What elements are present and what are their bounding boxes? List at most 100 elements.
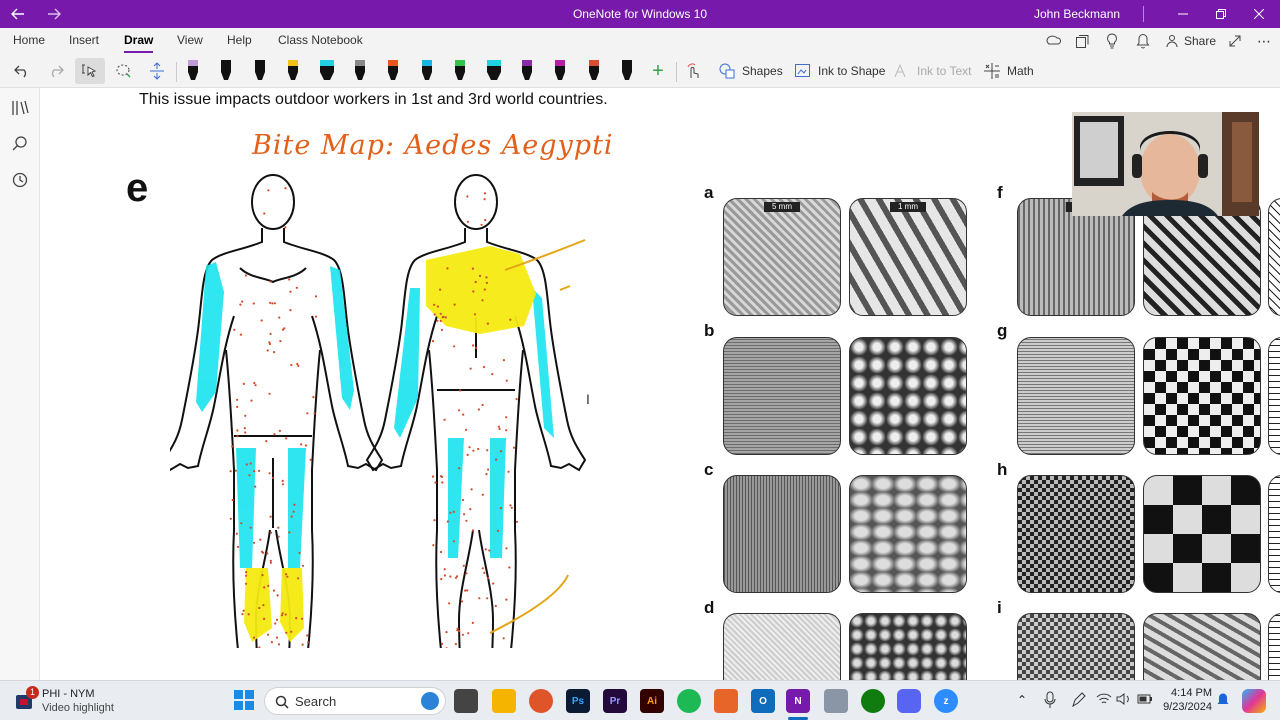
add-space-icon[interactable] bbox=[146, 58, 168, 84]
pen-icon[interactable] bbox=[449, 58, 471, 84]
tab-class-notebook[interactable]: Class Notebook bbox=[278, 33, 363, 47]
add-pen-icon[interactable]: + bbox=[648, 58, 668, 84]
sublime-icon[interactable] bbox=[714, 689, 738, 713]
bite-dot bbox=[434, 481, 437, 484]
forward-arrow-icon[interactable] bbox=[44, 0, 64, 28]
bite-dot bbox=[461, 498, 465, 502]
spotify-icon[interactable] bbox=[677, 689, 701, 713]
pen-icon[interactable] bbox=[549, 58, 571, 84]
close-icon[interactable] bbox=[1240, 0, 1278, 28]
tab-draw[interactable]: Draw bbox=[124, 33, 154, 53]
pen-menu-icon[interactable] bbox=[1070, 691, 1086, 712]
pen-icon[interactable] bbox=[215, 58, 237, 84]
tab-view[interactable]: View bbox=[177, 33, 203, 47]
onenote-icon[interactable]: N bbox=[786, 689, 810, 713]
bite-dot bbox=[458, 629, 461, 633]
bite-dot bbox=[487, 577, 490, 580]
note-text[interactable]: This issue impacts outdoor workers in 1s… bbox=[139, 91, 608, 109]
bite-dot bbox=[486, 322, 489, 325]
search-icon bbox=[275, 695, 289, 709]
bite-dot bbox=[439, 312, 442, 315]
highlighter-icon[interactable] bbox=[483, 58, 505, 84]
pen-icon[interactable] bbox=[382, 58, 404, 84]
recent-notes-icon[interactable] bbox=[10, 170, 30, 190]
lasso-icon[interactable] bbox=[113, 58, 135, 84]
clock-time[interactable]: 4:14 PM bbox=[1162, 687, 1212, 699]
task-view-icon[interactable] bbox=[454, 689, 478, 713]
premiere-icon[interactable]: Pr bbox=[603, 689, 627, 713]
note-canvas[interactable]: This issue impacts outdoor workers in 1s… bbox=[40, 88, 1280, 680]
pen-icon[interactable] bbox=[583, 58, 605, 84]
bite-dot bbox=[247, 613, 250, 616]
chevron-up-icon[interactable]: ⌃ bbox=[1017, 693, 1027, 707]
wifi-icon[interactable] bbox=[1096, 692, 1112, 709]
bite-dot bbox=[295, 617, 298, 620]
bite-dot bbox=[445, 631, 448, 634]
pen-icon[interactable] bbox=[416, 58, 438, 84]
touch-draw-icon[interactable] bbox=[683, 58, 703, 84]
highlighter-icon[interactable] bbox=[316, 58, 338, 84]
lasso-select-icon[interactable] bbox=[75, 58, 105, 84]
expand-icon[interactable] bbox=[1228, 28, 1242, 54]
redo-icon[interactable] bbox=[46, 58, 66, 84]
photoshop-icon[interactable]: Ps bbox=[566, 689, 590, 713]
bite-dot bbox=[508, 566, 511, 569]
panel-i-label: i bbox=[997, 598, 1002, 617]
lightbulb-icon[interactable] bbox=[1106, 28, 1118, 54]
xbox-icon[interactable] bbox=[861, 689, 885, 713]
share-button[interactable]: Share bbox=[1165, 28, 1216, 54]
microphone-icon[interactable] bbox=[1044, 691, 1056, 712]
widget-subtitle[interactable]: Video highlight bbox=[42, 702, 114, 714]
restore-icon[interactable] bbox=[1202, 0, 1240, 28]
pen-icon[interactable] bbox=[349, 58, 371, 84]
bite-map-diagram[interactable] bbox=[170, 168, 590, 648]
fabric-tile-c2 bbox=[849, 475, 967, 593]
volume-icon[interactable] bbox=[1116, 692, 1132, 709]
tab-help[interactable]: Help bbox=[227, 33, 252, 47]
pen-icon[interactable] bbox=[182, 58, 204, 84]
widget-title[interactable]: PHI - NYM bbox=[42, 688, 95, 700]
pen-icon[interactable] bbox=[516, 58, 538, 84]
bite-dot bbox=[482, 366, 486, 369]
user-name[interactable]: John Beckmann bbox=[1034, 7, 1120, 21]
pen-icon[interactable] bbox=[249, 58, 271, 84]
bite-dot bbox=[512, 446, 516, 449]
ink-to-shape-button[interactable]: Ink to Shape bbox=[794, 58, 885, 84]
bite-dot bbox=[471, 344, 475, 347]
outlook-icon[interactable]: O bbox=[751, 689, 775, 713]
bite-dot bbox=[494, 604, 497, 608]
more-options-icon[interactable]: ⋯ bbox=[1257, 28, 1271, 54]
illustrator-icon[interactable]: Ai bbox=[640, 689, 664, 713]
bell-icon[interactable] bbox=[1136, 28, 1150, 54]
fabric-tile-g1 bbox=[1017, 337, 1135, 455]
bite-dot bbox=[456, 629, 459, 632]
pen-icon[interactable] bbox=[282, 58, 304, 84]
back-arrow-icon[interactable] bbox=[8, 0, 28, 28]
ink-to-text-button[interactable]: Ink to Text bbox=[893, 58, 971, 84]
sync-icon[interactable] bbox=[1045, 28, 1061, 54]
undo-icon[interactable] bbox=[12, 58, 32, 84]
firefox-icon[interactable] bbox=[529, 689, 553, 713]
notification-bell-icon[interactable] bbox=[1216, 692, 1230, 711]
copilot-icon[interactable] bbox=[1242, 689, 1266, 713]
minimize-icon[interactable] bbox=[1164, 0, 1202, 28]
tab-insert[interactable]: Insert bbox=[69, 33, 99, 47]
start-button[interactable] bbox=[234, 690, 254, 713]
clock-date[interactable]: 9/23/2024 bbox=[1150, 701, 1212, 713]
discord-icon[interactable] bbox=[897, 689, 921, 713]
handwritten-title[interactable]: Bite Map: Aedes Aegypti bbox=[252, 130, 614, 161]
math-button[interactable]: Math bbox=[983, 58, 1034, 84]
bite-dot bbox=[284, 613, 287, 616]
pages-icon[interactable] bbox=[1075, 28, 1089, 54]
file-explorer-icon[interactable] bbox=[492, 689, 516, 713]
pen-icon[interactable] bbox=[616, 58, 638, 84]
tab-home[interactable]: Home bbox=[13, 33, 45, 47]
taskbar-search[interactable]: Search bbox=[264, 687, 446, 715]
bite-dot bbox=[465, 519, 468, 522]
zoom-icon[interactable]: z bbox=[934, 689, 958, 713]
bite-dot bbox=[241, 300, 244, 303]
notebooks-icon[interactable] bbox=[10, 98, 30, 118]
shapes-button[interactable]: Shapes bbox=[718, 58, 783, 84]
search-icon[interactable] bbox=[10, 134, 30, 154]
screenshot-icon[interactable] bbox=[824, 689, 848, 713]
